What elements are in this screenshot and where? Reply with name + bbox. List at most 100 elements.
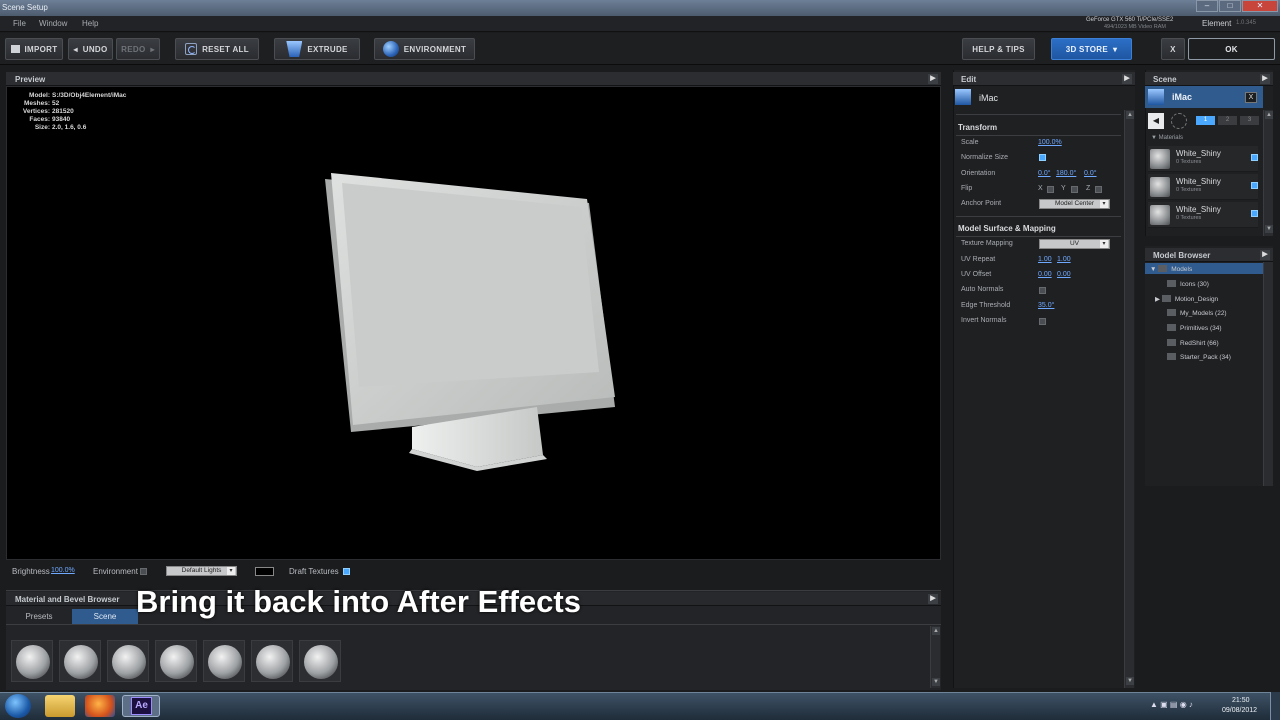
edit-scrollbar[interactable]: ▲ ▼ — [1124, 110, 1134, 688]
orientation-y[interactable]: 180.0° — [1056, 170, 1076, 177]
tab-scene[interactable]: Scene — [72, 609, 138, 624]
brightness-value[interactable]: 100.0% — [51, 567, 75, 574]
environment-checkbox[interactable] — [140, 568, 147, 575]
clock-time: 21:50 — [1232, 697, 1250, 704]
material-preset[interactable] — [59, 640, 101, 682]
material-preset[interactable] — [107, 640, 149, 682]
scroll-down-icon[interactable]: ▼ — [1265, 225, 1273, 233]
close-window-button[interactable]: ✕ — [1242, 0, 1278, 12]
autonormals-checkbox[interactable] — [1039, 287, 1046, 294]
gpu-info: GeForce GTX 560 Ti/PCIe/SSE2 — [1086, 17, 1174, 23]
material-sphere — [256, 645, 290, 679]
scroll-down-icon[interactable]: ▼ — [932, 678, 940, 686]
material-expand-icon[interactable]: ▶ — [928, 594, 938, 604]
scroll-up-icon[interactable]: ▲ — [1126, 111, 1134, 119]
ok-button[interactable]: OK — [1188, 38, 1275, 60]
scene-expand-icon[interactable]: ▶ — [1260, 74, 1270, 84]
remove-object-button[interactable]: X — [1245, 92, 1257, 103]
uvrepeat-v[interactable]: 1.00 — [1057, 256, 1071, 263]
uvoffset-u[interactable]: 0.00 — [1038, 271, 1052, 278]
scale-value[interactable]: 100.0% — [1038, 139, 1062, 146]
tree-item[interactable]: My_Models (22) — [1167, 309, 1227, 317]
flip-x-checkbox[interactable] — [1047, 186, 1054, 193]
tree-item[interactable]: ▶ Motion_Design — [1155, 295, 1218, 303]
environment-button[interactable]: ENVIRONMENT — [374, 38, 475, 60]
uvrepeat-u[interactable]: 1.00 — [1038, 256, 1052, 263]
material-checkbox[interactable] — [1251, 182, 1258, 189]
import-button[interactable]: IMPORT — [5, 38, 63, 60]
material-preset[interactable] — [299, 640, 341, 682]
chevron-down-icon: ▼ — [1150, 266, 1157, 273]
help-tips-button[interactable]: HELP & TIPS — [962, 38, 1035, 60]
scroll-down-icon[interactable]: ▼ — [1126, 677, 1134, 685]
flip-z-checkbox[interactable] — [1095, 186, 1102, 193]
firefox-icon[interactable] — [85, 695, 115, 717]
model-browser-expand-icon[interactable]: ▶ — [1260, 250, 1270, 260]
undo-button[interactable]: ◂ UNDO — [68, 38, 113, 60]
background-color-swatch[interactable] — [255, 567, 274, 576]
group-tab-2[interactable]: 2 — [1218, 116, 1237, 125]
flip-y-checkbox[interactable] — [1071, 186, 1078, 193]
uvoffset-v[interactable]: 0.00 — [1057, 271, 1071, 278]
material-checkbox[interactable] — [1251, 210, 1258, 217]
orientation-z[interactable]: 0.0° — [1084, 170, 1097, 177]
material-item[interactable]: White_Shiny 0 Textures — [1148, 202, 1258, 228]
material-preset[interactable] — [251, 640, 293, 682]
lights-dropdown[interactable]: Default Lights ▾ — [166, 566, 237, 576]
undo-arrow-icon: ◂ — [73, 44, 78, 54]
material-scrollbar[interactable]: ▲ ▼ — [930, 626, 940, 688]
tree-item[interactable]: Primitives (34) — [1167, 324, 1222, 332]
group-select-icon[interactable]: ◀ — [1148, 113, 1164, 129]
material-preset[interactable] — [11, 640, 53, 682]
explorer-folder-icon[interactable] — [45, 695, 75, 717]
edge-value[interactable]: 35.0° — [1038, 302, 1054, 309]
chevron-down-icon: ▾ — [1112, 44, 1118, 54]
tree-item[interactable]: Icons (30) — [1167, 280, 1209, 288]
invert-checkbox[interactable] — [1039, 318, 1046, 325]
3d-store-button[interactable]: 3D STORE ▾ — [1051, 38, 1132, 60]
start-orb-icon[interactable] — [5, 694, 31, 718]
menu-file[interactable]: File — [13, 19, 26, 28]
scroll-up-icon[interactable]: ▲ — [932, 627, 940, 635]
draft-textures-checkbox[interactable] — [343, 568, 350, 575]
group-add-icon[interactable] — [1171, 113, 1187, 129]
texmap-dropdown[interactable]: UV ▾ — [1039, 239, 1110, 249]
tree-item[interactable]: Starter_Pack (34) — [1167, 353, 1231, 361]
redo-button[interactable]: REDO ▸ — [116, 38, 160, 60]
maximize-button[interactable]: □ — [1219, 0, 1241, 12]
menu-window[interactable]: Window — [39, 19, 67, 28]
scroll-up-icon[interactable]: ▲ — [1265, 111, 1273, 119]
group-tab-1[interactable]: 1 — [1196, 116, 1215, 125]
normalize-checkbox[interactable] — [1039, 154, 1046, 161]
material-preset[interactable] — [203, 640, 245, 682]
minimize-button[interactable]: – — [1196, 0, 1218, 12]
browser-scrollbar[interactable] — [1263, 262, 1273, 486]
group-tab-3[interactable]: 3 — [1240, 116, 1259, 125]
object-cube-icon — [955, 89, 971, 105]
material-item[interactable]: White_Shiny 0 Textures — [1148, 146, 1258, 172]
materials-label: ▼ Materials — [1151, 135, 1183, 141]
menu-help[interactable]: Help — [82, 19, 98, 28]
scene-scrollbar[interactable]: ▲ ▼ — [1263, 110, 1273, 236]
divider — [956, 216, 1121, 217]
material-checkbox[interactable] — [1251, 154, 1258, 161]
tray-icons[interactable]: ▲ ▣ ▤ ◉ ♪ — [1150, 700, 1193, 709]
tree-root[interactable]: ▼ Models — [1150, 265, 1192, 273]
reset-all-button[interactable]: RESET ALL — [175, 38, 259, 60]
cancel-button[interactable]: X — [1161, 38, 1185, 60]
preview-viewport[interactable] — [6, 86, 941, 560]
anchor-dropdown[interactable]: Model Center ▾ — [1039, 199, 1110, 209]
preview-expand-icon[interactable]: ▶ — [928, 74, 938, 84]
show-desktop-button[interactable] — [1270, 692, 1280, 720]
extrude-button[interactable]: EXTRUDE — [274, 38, 360, 60]
material-item[interactable]: White_Shiny 0 Textures — [1148, 174, 1258, 200]
scene-header: Scene ▶ — [1145, 72, 1273, 86]
tree-item[interactable]: RedShirt (66) — [1167, 339, 1219, 347]
tab-presets[interactable]: Presets — [6, 609, 72, 624]
edit-object-name: iMac — [979, 93, 999, 103]
edit-expand-icon[interactable]: ▶ — [1122, 74, 1132, 84]
material-preset[interactable] — [155, 640, 197, 682]
reset-icon — [185, 43, 198, 55]
stat-faces: Faces: 93840 — [29, 116, 71, 123]
orientation-x[interactable]: 0.0° — [1038, 170, 1051, 177]
